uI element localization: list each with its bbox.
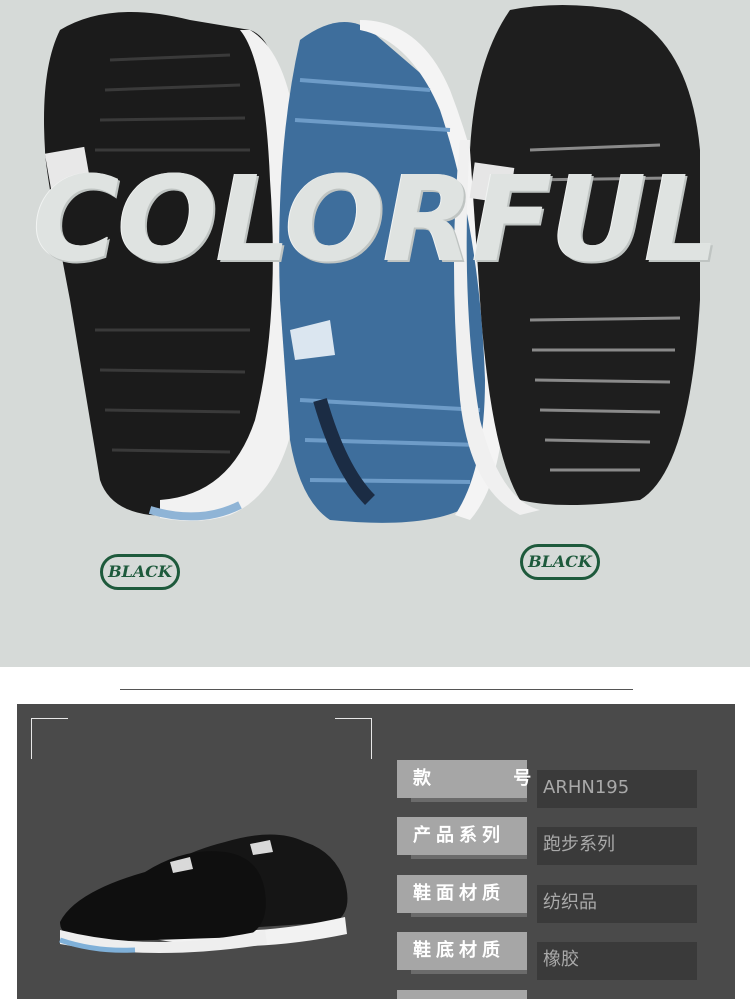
- spec-row-series: 产品系列 跑步系列: [397, 817, 697, 865]
- spec-value-sole-material: 橡胶: [537, 942, 697, 980]
- spec-value-model: ARHN195: [537, 770, 697, 808]
- product-shoe-image: [59, 834, 348, 953]
- frame-corner-top-left: [31, 718, 68, 759]
- spec-row-partial: [397, 990, 527, 999]
- spec-value-upper-material: 纺织品: [537, 885, 697, 923]
- spec-row-sole-material: 鞋底材质 橡胶: [397, 932, 697, 980]
- colorful-headline: COLORFUL: [32, 150, 720, 288]
- spec-label-upper-material: 鞋面材质: [397, 875, 527, 913]
- spec-label-model: 款 号: [397, 760, 531, 798]
- spec-row-upper-material: 鞋面材质 纺织品: [397, 875, 697, 923]
- spec-label-series: 产品系列: [397, 817, 527, 855]
- hero-banner: COLORFUL BLACK BLACK: [0, 0, 750, 667]
- frame-corner-top-right: [335, 718, 372, 759]
- section-divider: [120, 689, 633, 690]
- color-tag-black-left: BLACK: [100, 554, 180, 590]
- spec-value-series: 跑步系列: [537, 827, 697, 865]
- front-shoe: [59, 851, 267, 953]
- product-spec-panel: 款 号 ARHN195 产品系列 跑步系列 鞋面材质 纺织品 鞋底材质 橡胶: [17, 704, 735, 999]
- spec-row-model: 款 号 ARHN195: [397, 760, 697, 808]
- spec-label-sole-material: 鞋底材质: [397, 932, 527, 970]
- color-tag-black-right: BLACK: [520, 544, 600, 580]
